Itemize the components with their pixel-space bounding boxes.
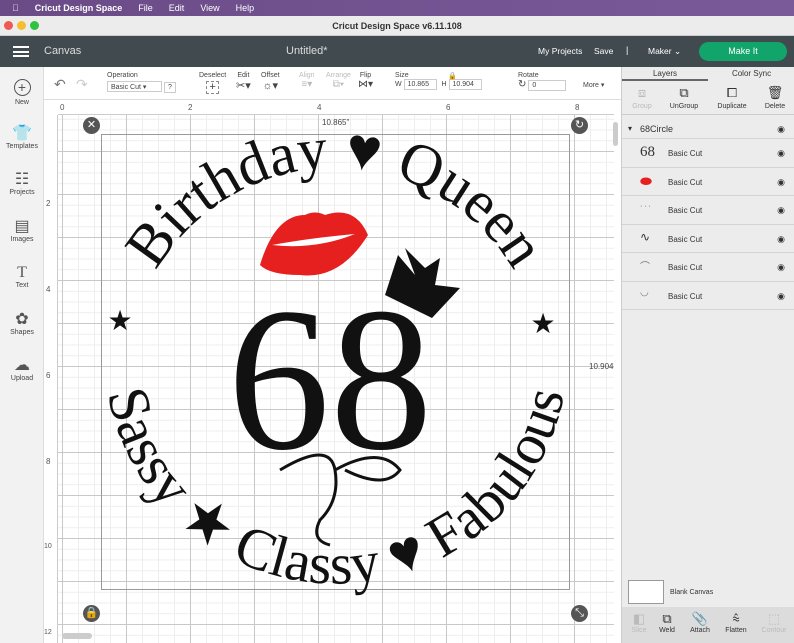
ungroup-icon: ⧉ (679, 85, 689, 100)
blank-canvas-label: Blank Canvas (670, 589, 714, 596)
layer-row[interactable]: ⬬ Basic Cut ◉ (622, 168, 794, 196)
layer-row[interactable]: · · · Basic Cut ◉ (622, 196, 794, 225)
layer-actions: ⧈ Group ⧉ UnGroup ⧠ Duplicate 🗑 Delete (622, 83, 794, 115)
horizontal-scrollbar[interactable] (62, 633, 92, 639)
layer-row[interactable]: 68 Basic Cut ◉ (622, 139, 794, 168)
group-icon: ⧈ (637, 85, 647, 100)
eye-icon[interactable]: ◉ (777, 124, 785, 135)
layer-thumbnail: ⌒ (640, 262, 650, 273)
group-name: 68Circle (640, 124, 674, 134)
attach-label: Attach (690, 627, 710, 634)
slice-label: Slice (631, 627, 647, 634)
tab-layers[interactable]: Layers (622, 67, 708, 81)
contour-icon: ⬚ (767, 611, 781, 626)
eye-icon[interactable]: ◉ (777, 177, 785, 188)
delete-button[interactable]: 🗑 Delete (755, 83, 794, 110)
layer-thumbnail: · · · (640, 203, 651, 210)
blank-canvas-thumbnail[interactable] (628, 580, 664, 604)
collapse-caret-icon[interactable]: ▾ (628, 124, 632, 133)
eye-icon[interactable]: ◉ (777, 205, 785, 216)
layer-row[interactable]: ∿ Basic Cut ◉ (622, 225, 794, 253)
delete-label: Delete (764, 103, 786, 110)
eye-icon[interactable]: ◉ (777, 234, 785, 245)
ungroup-label: UnGroup (669, 103, 699, 110)
layer-label: Basic Cut (668, 291, 703, 301)
attach-button[interactable]: 📎 Attach (680, 611, 720, 634)
layer-thumbnail: ∿ (640, 229, 651, 244)
eye-icon[interactable]: ◉ (777, 291, 785, 302)
trash-icon: 🗑 (766, 85, 784, 100)
duplicate-label: Duplicate (717, 103, 747, 110)
layer-label: Basic Cut (668, 234, 703, 244)
layer-label: Basic Cut (668, 177, 703, 187)
flatten-button[interactable]: ⩯ Flatten (716, 611, 756, 634)
contour-label: Contour (761, 627, 787, 634)
flatten-icon: ⩯ (732, 611, 740, 626)
paperclip-icon: 📎 (691, 611, 709, 626)
eye-icon[interactable]: ◉ (777, 262, 785, 273)
duplicate-button[interactable]: ⧠ Duplicate (712, 83, 752, 110)
layer-row[interactable]: ◡ Basic Cut ◉ (622, 282, 794, 310)
layer-row[interactable]: ⌒ Basic Cut ◉ (622, 253, 794, 282)
layer-label: Basic Cut (668, 206, 703, 215)
layer-thumbnail: 68 (640, 144, 655, 160)
layer-thumbnail: ◡ (640, 286, 649, 298)
layers-panel: Layers Color Sync ⧈ Group ⧉ UnGroup ⧠ Dupli… (621, 67, 794, 643)
flatten-label: Flatten (725, 627, 747, 634)
layer-label: Basic Cut (668, 263, 703, 272)
group-button[interactable]: ⧈ Group (622, 83, 662, 110)
eye-icon[interactable]: ◉ (777, 148, 785, 159)
tab-color-sync[interactable]: Color Sync (708, 67, 794, 81)
vertical-scrollbar[interactable] (613, 122, 618, 146)
contour-button[interactable]: ⬚ Contour (754, 611, 794, 634)
group-label: Group (632, 103, 652, 110)
bottom-actions: ◧ Slice ⧉ Weld 📎 Attach ⩯ Flatten ⬚ Contour (622, 607, 794, 643)
duplicate-icon: ⧠ (726, 85, 738, 100)
layer-group-68circle[interactable]: ▾ 68Circle ◉ (622, 119, 794, 139)
ungroup-button[interactable]: ⧉ UnGroup (664, 83, 704, 110)
layer-thumbnail: ⬬ (640, 172, 652, 189)
weld-label: Weld (659, 627, 675, 634)
star-left: ★ (107, 305, 132, 336)
star-right: ★ (530, 308, 555, 339)
layer-label: Basic Cut (668, 149, 703, 158)
